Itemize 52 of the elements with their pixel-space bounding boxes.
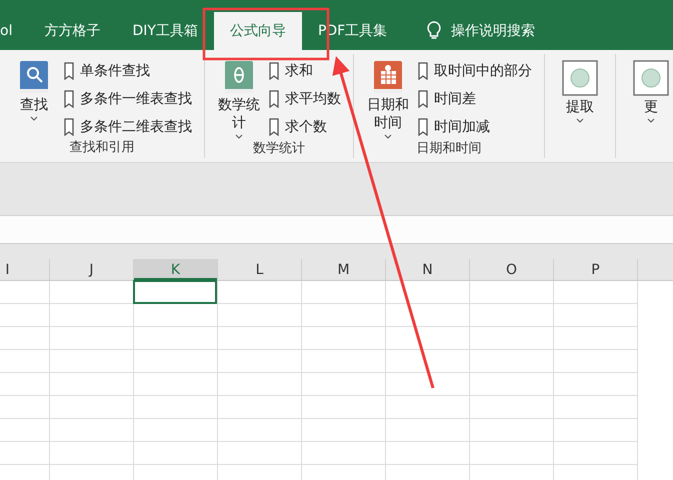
ribbon-tab[interactable]: DIY工具箱 [116,12,214,50]
bookmark-icon [64,90,74,108]
caret-icon [647,118,655,123]
ribbon-menu-item[interactable]: 时间加减 [418,116,532,138]
ribbon-menu-item[interactable]: 取时间中的部分 [418,60,532,82]
group-label: 数学统计 [252,140,306,158]
bookmark-icon [64,62,74,80]
column-header[interactable]: P [554,259,638,280]
ribbon-menu-item[interactable]: 单条件查找 [64,60,192,82]
ribbon-big-button[interactable]: 数学统计 [217,60,261,139]
ribbon-menu-item[interactable]: 多条件一维表查找 [64,88,192,110]
ribbon-big-button[interactable]: 查找 [12,60,56,138]
column-header[interactable]: O [470,259,554,280]
column-header[interactable]: L [218,259,302,280]
active-cell[interactable] [133,280,217,304]
bookmark-icon [418,62,428,80]
caret-icon [235,134,243,139]
grid-column[interactable] [554,281,638,480]
ribbon-big-button[interactable]: 日期和时间 [366,60,410,139]
ribbon-tab[interactable]: ol [0,12,28,50]
bookmark-icon [418,90,428,108]
bookmark-icon [64,118,74,136]
grid-column[interactable] [386,281,470,480]
search-icon [19,60,49,94]
ribbon-tab[interactable]: 公式向导 [214,12,302,50]
bookmark-icon [269,62,279,80]
ribbon-menu-item[interactable]: 求平均数 [269,88,341,110]
bookmark-icon [269,118,279,136]
group-label: 日期和时间 [416,140,482,158]
ribbon-big-button[interactable]: 更 [628,60,673,158]
column-header[interactable]: K [134,259,218,280]
ribbon-menu-item[interactable]: 时间差 [418,88,532,110]
column-header[interactable]: I [0,259,50,280]
caret-icon [576,118,584,123]
calendar-book-icon [373,60,403,94]
column-header[interactable]: M [302,259,386,280]
grid-column[interactable] [470,281,554,480]
ribbon-big-button[interactable]: 提取 [557,60,603,158]
theta-book-icon [224,60,254,94]
column-header[interactable]: N [386,259,470,280]
grid-column[interactable] [302,281,386,480]
ribbon-menu-item[interactable]: 求和 [269,60,341,82]
caret-icon [384,134,392,139]
ribbon-menu-item[interactable]: 求个数 [269,116,341,138]
bookmark-icon [418,118,428,136]
caret-icon [30,116,38,121]
lightbulb-icon [427,21,442,41]
group-label: 查找和引用 [68,139,136,157]
ribbon-tab[interactable]: 方方格子 [28,12,116,50]
tell-me-search[interactable]: 操作说明搜索 [451,22,536,40]
bookmark-icon [269,90,279,108]
ribbon-menu-item[interactable]: 多条件二维表查找 [64,116,192,138]
